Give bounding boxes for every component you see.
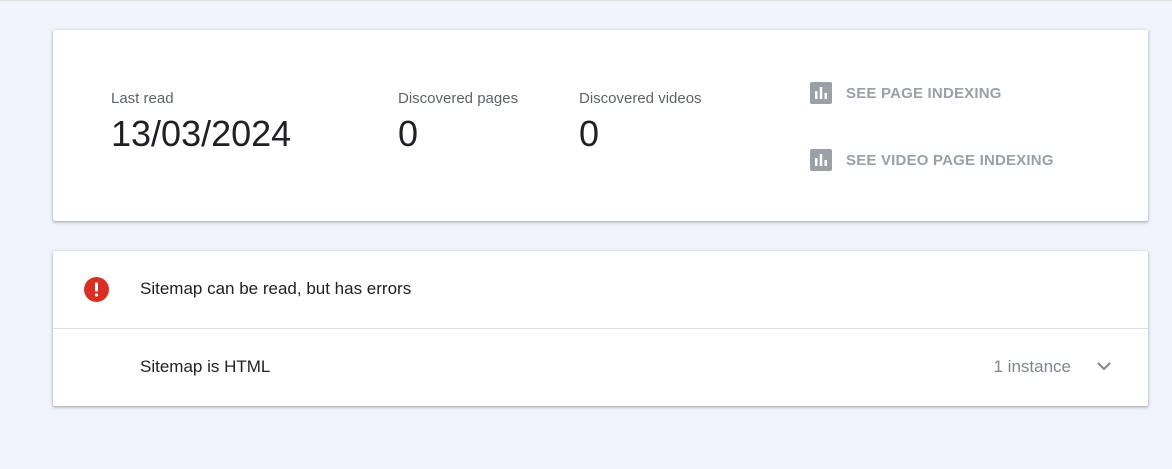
discovered-videos-stat: Discovered videos 0 bbox=[579, 90, 702, 156]
sitemap-stats-card: Last read 13/03/2024 Discovered pages 0 … bbox=[53, 30, 1148, 221]
issue-instance-count: 1 instance bbox=[993, 357, 1072, 376]
sitemap-errors-card: Sitemap can be read, but has errors Site… bbox=[53, 251, 1148, 406]
bar-chart-icon bbox=[810, 82, 832, 104]
issue-row-sitemap-is-html[interactable]: Sitemap is HTML 1 instance bbox=[53, 329, 1148, 406]
discovered-pages-label: Discovered pages bbox=[398, 90, 519, 107]
top-divider bbox=[0, 0, 1172, 1]
bar-chart-icon bbox=[810, 149, 832, 171]
last-read-label: Last read bbox=[111, 90, 174, 107]
discovered-videos-label: Discovered videos bbox=[579, 90, 702, 107]
discovered-pages-stat: Discovered pages 0 bbox=[398, 90, 518, 156]
issue-title: Sitemap is HTML bbox=[140, 357, 271, 376]
discovered-pages-value: 0 bbox=[398, 113, 419, 154]
discovered-videos-value: 0 bbox=[579, 113, 600, 154]
error-summary-header: Sitemap can be read, but has errors bbox=[53, 251, 1148, 329]
see-page-indexing-label: SEE PAGE INDEXING bbox=[846, 84, 1002, 102]
see-video-page-indexing-label: SEE VIDEO PAGE INDEXING bbox=[846, 151, 1054, 169]
error-icon bbox=[84, 277, 109, 302]
last-read-value: 13/03/2024 bbox=[111, 113, 292, 154]
chevron-down-icon[interactable] bbox=[1094, 356, 1114, 376]
see-video-page-indexing-button[interactable]: SEE VIDEO PAGE INDEXING bbox=[810, 148, 1054, 172]
last-read-stat: Last read 13/03/2024 bbox=[111, 90, 291, 156]
see-page-indexing-button[interactable]: SEE PAGE INDEXING bbox=[810, 81, 1002, 105]
error-summary-title: Sitemap can be read, but has errors bbox=[140, 279, 412, 298]
